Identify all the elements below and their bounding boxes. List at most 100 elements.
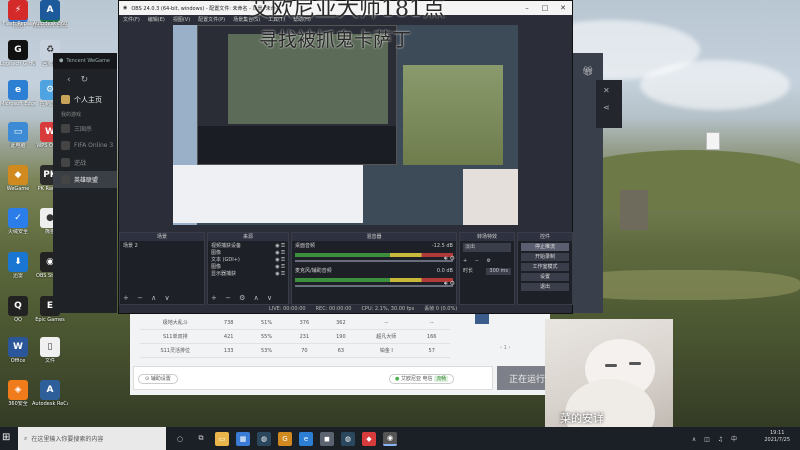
maximize-button[interactable]: □ — [536, 1, 554, 15]
desktop-shortcut[interactable]: ▭ 此电脑 — [0, 122, 36, 149]
scene-toolbar[interactable]: + − ∧ ∨ — [123, 294, 173, 302]
mute-icon[interactable]: 🔊︎ ⚙ — [444, 255, 455, 263]
desktop-shortcut[interactable]: W Office — [0, 337, 36, 364]
visibility-icon[interactable]: ◉ ⚿ — [275, 257, 285, 264]
desktop-shortcut[interactable]: ▯ 文件 — [32, 337, 68, 364]
wallpaper-cloud — [640, 60, 790, 110]
task-view-icon[interactable]: ○ — [173, 432, 187, 446]
transition-toolbar[interactable]: + − ⚙ — [463, 258, 511, 264]
wegame-taskbar-icon[interactable]: G — [278, 431, 292, 446]
server-selector[interactable]: ● 艾欧尼亚 电信 流畅 — [389, 374, 455, 384]
source-item[interactable]: 图像 ◉ ⚿ — [211, 264, 285, 271]
wegame-window[interactable]: ⬢ Tencent WeGame ‹ ↻ 个人主页 我的游戏 三国杀 FIFA O… — [53, 53, 117, 313]
stream-overlay-subtitle: 寻找被抓鬼卡萨丁 — [259, 29, 412, 51]
desktop-shortcut[interactable]: A Autodesk 360 — [32, 0, 68, 27]
obs-menu-item[interactable]: 配置文件(P) — [198, 16, 225, 23]
refresh-icon[interactable]: ↻ — [81, 75, 89, 85]
back-icon[interactable]: ‹ — [67, 75, 71, 85]
edge-taskbar-icon[interactable]: e — [299, 431, 313, 446]
desktop-shortcut-label: Office — [10, 358, 26, 364]
visibility-icon[interactable]: ◉ ⚿ — [275, 264, 285, 271]
wegame-section-label: 我的游戏 — [61, 111, 82, 118]
wegame-game-label: FIFA Online 3 — [74, 142, 114, 149]
desktop-shortcut-label: 此电脑 — [10, 143, 26, 149]
desktop-shortcut[interactable]: ◆ WeGame — [0, 165, 36, 192]
start-button[interactable]: ⊞ — [2, 432, 10, 443]
wegame-profile-link[interactable]: 个人主页 — [53, 91, 117, 108]
desktop-shortcut[interactable]: e Microsoft Edge — [0, 80, 36, 107]
obs-control-button[interactable]: 停止推流 — [521, 243, 569, 251]
shield-icon: ◈ — [8, 380, 28, 400]
visibility-icon[interactable]: ◉ ⚿ — [275, 271, 285, 278]
server-status-badge: 流畅 — [434, 376, 449, 382]
transition-type-select[interactable]: 淡出 — [463, 243, 511, 252]
controls-panel-title: 控件 — [518, 233, 572, 241]
desktop-shortcut[interactable]: Q QQ — [0, 296, 36, 323]
source-item[interactable]: 视频捕获设备 ◉ ⚿ — [211, 243, 285, 250]
controls-panel: 控件 停止推流开始录制工作室模式设置退出 — [517, 232, 573, 305]
obs-control-button[interactable]: 设置 — [521, 273, 569, 281]
table-cell: 超凡大师 — [359, 329, 414, 344]
taskbar-search-box[interactable]: ⌕ 在这里输入你要搜索的内容 — [18, 427, 166, 450]
obs-control-button[interactable]: 工作室模式 — [521, 263, 569, 271]
desktop-shortcut[interactable]: ⚡ Flash Repair — [0, 0, 36, 27]
obs-menu-item[interactable]: 文件(F) — [123, 16, 140, 23]
desktop-shortcut-label: Autodesk ReCap — [32, 401, 68, 407]
source-list: 视频捕获设备 ◉ ⚿ 图像 ◉ ⚿ 文本 (GDI+) ◉ ⚿ 图像 ◉ ⚿ 显示器捕获 ◉ ⚿ — [208, 241, 288, 280]
multitask-icon[interactable]: ⧉ — [194, 432, 208, 446]
desktop-shortcut[interactable]: ◈ 360安全 — [0, 380, 36, 407]
gift-icon[interactable]: 🎁︎ — [582, 67, 594, 77]
taskbar: ⊞ ⌕ 在这里输入你要搜索的内容 ○ ⧉ ▭ ▦ ◍ G e ◼ ◍ ◆ ◉ ∧… — [0, 427, 800, 450]
obs-control-button[interactable]: 开始录制 — [521, 253, 569, 261]
server-status-icon: ● — [395, 376, 400, 382]
pagination[interactable]: ‹ 1 › — [500, 345, 540, 355]
obs-window[interactable]: ◉ OBS 24.0.3 (64-bit, windows) - 配置文件: 未… — [118, 0, 573, 314]
store-icon[interactable]: ▦ — [236, 431, 250, 446]
obs-preview-canvas[interactable] — [173, 25, 518, 225]
game-taskbar-icon[interactable]: ◆ — [362, 431, 376, 446]
volume-slider[interactable]: 🔊︎ ⚙ — [295, 280, 455, 287]
file-explorer-icon[interactable]: ▭ — [215, 431, 229, 446]
obs-menu-item[interactable]: 编辑(E) — [148, 16, 165, 23]
autodesk360-icon: A — [40, 0, 60, 20]
wegame-game-item[interactable]: 逆战 — [53, 154, 117, 171]
source-item[interactable]: 文本 (GDI+) ◉ ⚿ — [211, 257, 285, 264]
steam-taskbar-icon[interactable]: ◍ — [341, 431, 355, 446]
scene-item[interactable]: 场景 2 — [123, 243, 201, 250]
visibility-icon[interactable]: ◉ ⚿ — [275, 243, 285, 250]
desktop-shortcut[interactable]: ⬇ 迅雷 — [0, 252, 36, 279]
transitions-panel: 转场特效 淡出 + − ⚙ 时长 300 ms — [459, 232, 515, 305]
steam-icon[interactable]: ◍ — [257, 431, 271, 446]
desktop-shortcut[interactable]: ✓ 火绒安全 — [0, 208, 36, 235]
app-taskbar-icon[interactable]: ◼ — [320, 431, 334, 446]
server-name: 艾欧尼亚 电信 — [400, 376, 433, 382]
match-stats-table: 极地大乱斗 738 51% 376 362 -- -- S11单双排 421 55% 231 190 超… — [140, 316, 450, 358]
duration-input[interactable]: 300 ms — [486, 268, 511, 275]
minimize-button[interactable]: – — [518, 1, 536, 15]
visibility-icon[interactable]: ◉ ⚿ — [275, 250, 285, 257]
wegame-game-item[interactable]: 三国杀 — [53, 120, 117, 137]
wegame-game-item[interactable]: 英雄联盟 — [53, 171, 117, 188]
background-window-panel[interactable]: ✕ ⋖ — [596, 80, 622, 128]
wegame-game-item[interactable]: FIFA Online 3 — [53, 137, 117, 154]
share-icon[interactable]: ⋖ — [603, 103, 615, 112]
assist-settings-button[interactable]: ⊙ 辅助设置 — [138, 374, 178, 384]
system-tray[interactable]: ∧ ◫ ♫ 中 — [692, 434, 740, 443]
close-icon[interactable]: ✕ — [603, 86, 615, 95]
taskbar-clock[interactable]: 19:11 2021/7/25 — [764, 430, 790, 444]
desktop-shortcut-label: Microsoft Edge — [0, 101, 36, 107]
source-item[interactable]: 图像 ◉ ⚿ — [211, 250, 285, 257]
desktop-shortcut[interactable]: G Logitech G HUB — [0, 40, 36, 67]
volume-slider[interactable]: 🔊︎ ⚙ — [295, 255, 455, 262]
desktop-shortcut[interactable]: AAutodesk ReCap — [32, 380, 68, 407]
desktop-shortcut-label: Autodesk 360 — [32, 21, 68, 27]
preview-nested-panels — [198, 126, 396, 164]
mute-icon[interactable]: 🔊︎ ⚙ — [444, 280, 455, 288]
obs-taskbar-icon[interactable]: ◉ — [383, 431, 397, 446]
obs-menu-item[interactable]: 视图(V) — [173, 16, 190, 23]
source-item[interactable]: 显示器捕获 ◉ ⚿ — [211, 271, 285, 278]
close-button[interactable]: ✕ — [554, 1, 572, 15]
source-toolbar[interactable]: + − ⚙ ∧ ∨ — [211, 294, 275, 302]
obs-control-button[interactable]: 退出 — [521, 283, 569, 291]
desktop-file-icon[interactable] — [706, 132, 720, 150]
